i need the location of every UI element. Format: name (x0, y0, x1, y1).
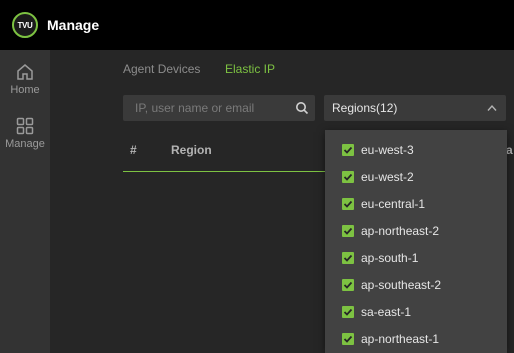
check-icon (343, 200, 353, 208)
region-option-ap-south-1[interactable]: ap-south-1 (325, 245, 507, 271)
checkbox[interactable] (342, 225, 354, 237)
column-header-clipped: a (506, 143, 513, 157)
home-icon (17, 64, 33, 80)
checkbox[interactable] (342, 306, 354, 318)
chevron-up-icon (487, 104, 497, 111)
page-title: Manage (47, 17, 100, 33)
region-option-ap-northeast-2[interactable]: ap-northeast-2 (325, 218, 507, 244)
region-option-ap-northeast-1[interactable]: ap-northeast-1 (325, 326, 507, 352)
check-icon (343, 308, 353, 316)
region-option-label: ap-northeast-1 (361, 332, 440, 346)
region-option-ap-southeast-2[interactable]: ap-southeast-2 (325, 272, 507, 298)
table-header-divider (123, 171, 333, 172)
region-option-label: ap-southeast-2 (361, 278, 442, 292)
checkbox[interactable] (342, 144, 354, 156)
region-option-label: eu-west-2 (361, 170, 414, 184)
tab-elastic-ip[interactable]: Elastic IP (225, 62, 275, 76)
region-option-eu-west-3[interactable]: eu-west-3 (325, 137, 507, 163)
sidebar: Home Manage (0, 50, 50, 353)
region-option-eu-central-1[interactable]: eu-central-1 (325, 191, 507, 217)
region-option-label: eu-west-3 (361, 143, 414, 157)
region-option-label: ap-south-1 (361, 251, 419, 265)
checkbox[interactable] (342, 171, 354, 183)
region-option-sa-east-1[interactable]: sa-east-1 (325, 299, 507, 325)
regions-dropdown: eu-west-3 eu-west-2 eu-central-1 ap-nort… (325, 130, 507, 353)
region-option-label: eu-central-1 (361, 197, 426, 211)
top-bar: TVU Manage (0, 0, 514, 50)
region-option-label: sa-east-1 (361, 305, 412, 319)
column-header-number: # (130, 143, 137, 157)
region-option-eu-west-2[interactable]: eu-west-2 (325, 164, 507, 190)
sidebar-item-manage[interactable]: Manage (0, 116, 50, 150)
sidebar-item-label: Home (10, 84, 40, 96)
check-icon (343, 335, 353, 343)
check-icon (343, 254, 353, 262)
search-box[interactable] (123, 95, 315, 121)
checkbox[interactable] (342, 198, 354, 210)
grid-icon (16, 117, 34, 135)
checkbox[interactable] (342, 279, 354, 291)
sidebar-item-home[interactable]: Home (0, 62, 50, 96)
logo: TVU (12, 12, 38, 38)
search-icon[interactable] (295, 101, 309, 115)
check-icon (343, 146, 353, 154)
check-icon (343, 227, 353, 235)
search-input[interactable] (123, 95, 293, 121)
check-icon (343, 173, 353, 181)
check-icon (343, 281, 353, 289)
tab-agent-devices[interactable]: Agent Devices (123, 62, 200, 76)
column-header-region: Region (171, 143, 212, 157)
regions-select-label: Regions(12) (332, 101, 398, 115)
regions-select[interactable]: Regions(12) (324, 95, 506, 121)
sidebar-item-label: Manage (5, 138, 45, 150)
checkbox[interactable] (342, 333, 354, 345)
region-option-label: ap-northeast-2 (361, 224, 440, 238)
checkbox[interactable] (342, 252, 354, 264)
